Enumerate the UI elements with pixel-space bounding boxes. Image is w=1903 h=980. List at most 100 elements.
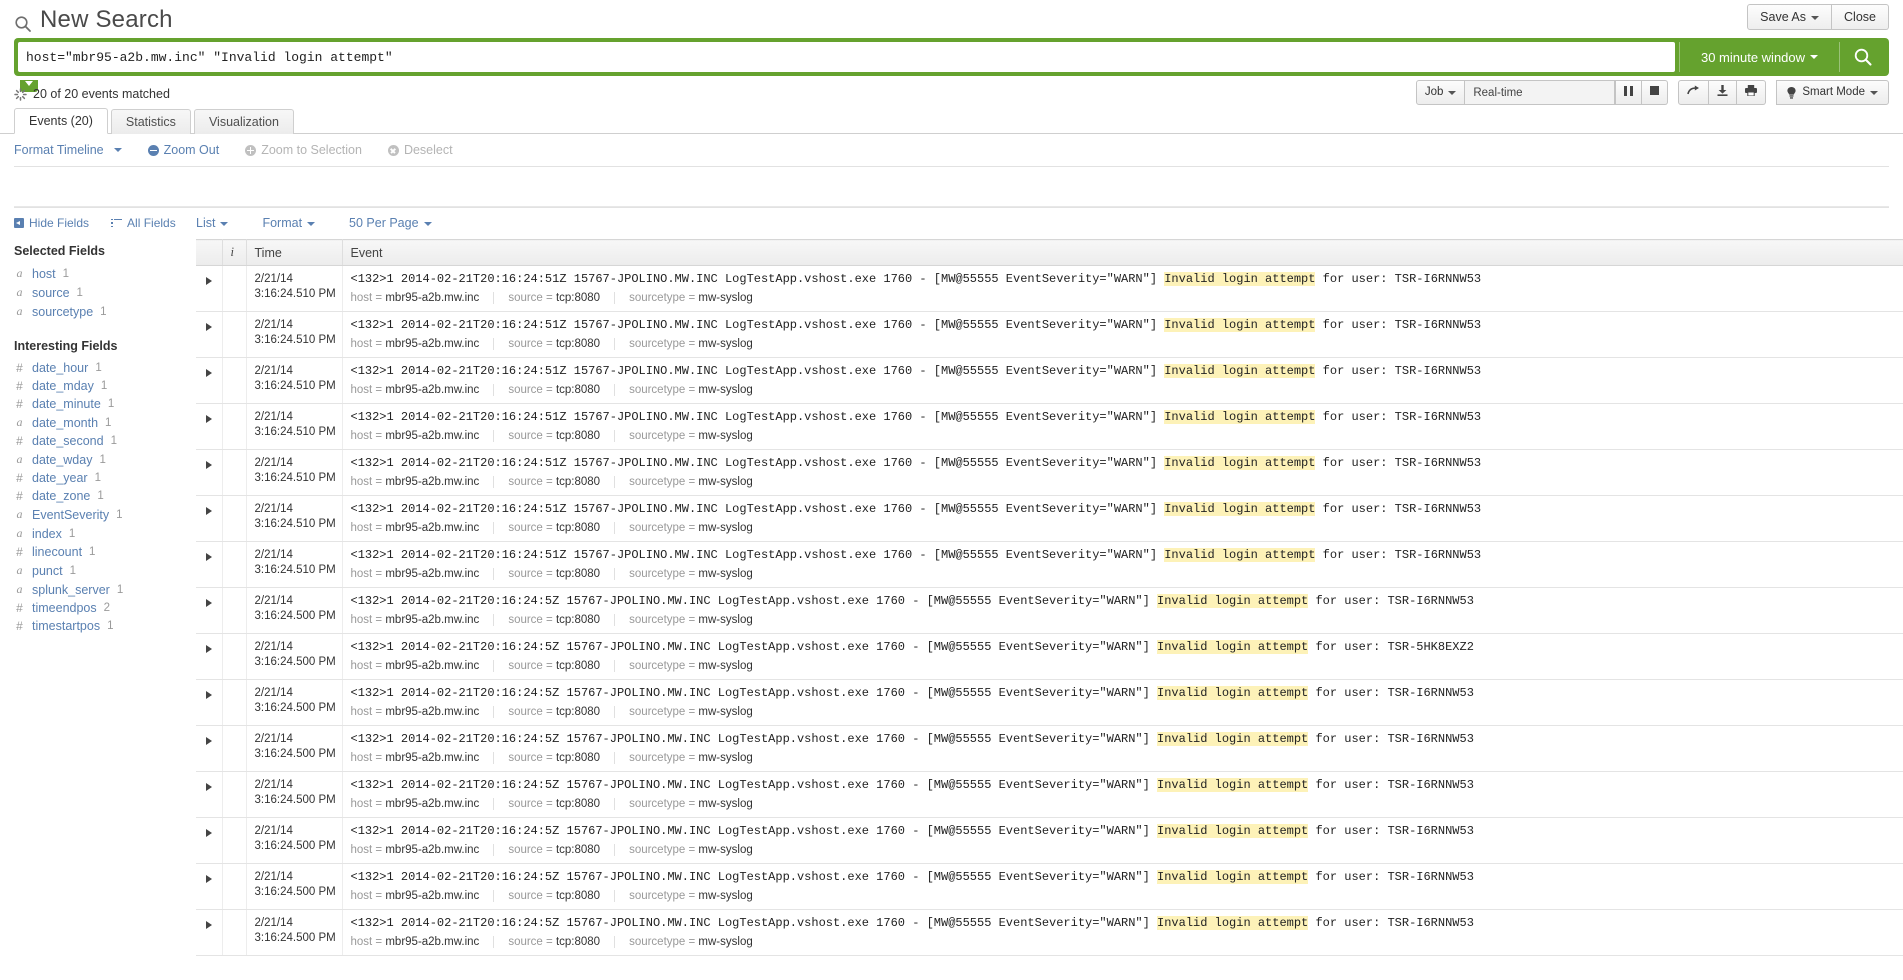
field-item-date_second[interactable]: # date_second 1 xyxy=(14,432,196,450)
expand-cell[interactable] xyxy=(196,771,223,818)
chevron-right-icon[interactable] xyxy=(205,737,212,745)
zoom-to-selection-button[interactable]: Zoom to Selection xyxy=(245,143,362,157)
close-button[interactable]: Close xyxy=(1832,4,1889,30)
table-row[interactable]: 2/21/14 3:16:24.500 PM <132>1 2014-02-21T2… xyxy=(196,725,1903,772)
event-meta-sourcetype[interactable]: sourcetype = mw-syslog xyxy=(629,706,767,718)
table-row[interactable]: 2/21/14 3:16:24.510 PM <132>1 2014-02-21T2… xyxy=(196,495,1903,542)
expand-cell[interactable] xyxy=(196,587,223,634)
expand-cell[interactable] xyxy=(196,403,223,450)
view-mode-button[interactable]: List xyxy=(196,216,229,230)
field-item-host[interactable]: a host 1 xyxy=(14,264,196,283)
table-row[interactable]: 2/21/14 3:16:24.500 PM <132>1 2014-02-21T2… xyxy=(196,863,1903,910)
chevron-right-icon[interactable] xyxy=(205,461,212,469)
event-meta-source[interactable]: source = tcp:8080 xyxy=(508,660,616,672)
event-meta-source[interactable]: source = tcp:8080 xyxy=(508,844,616,856)
format-timeline-button[interactable]: Format Timeline xyxy=(14,143,122,157)
event-meta-host[interactable]: host = mbr95-a2b.mw.inc xyxy=(351,890,495,902)
event-meta-sourcetype[interactable]: sourcetype = mw-syslog xyxy=(629,476,767,488)
time-range-picker[interactable]: 30 minute window xyxy=(1679,42,1839,72)
table-row[interactable]: 2/21/14 3:16:24.500 PM <132>1 2014-02-21T2… xyxy=(196,679,1903,726)
table-row[interactable]: 2/21/14 3:16:24.510 PM <132>1 2014-02-21T2… xyxy=(196,403,1903,450)
expand-cell[interactable] xyxy=(196,541,223,588)
event-meta-host[interactable]: host = mbr95-a2b.mw.inc xyxy=(351,706,495,718)
chevron-right-icon[interactable] xyxy=(205,921,212,929)
per-page-button[interactable]: 50 Per Page xyxy=(349,216,432,230)
field-item-timeendpos[interactable]: # timeendpos 2 xyxy=(14,599,196,617)
event-meta-sourcetype[interactable]: sourcetype = mw-syslog xyxy=(629,430,767,442)
all-fields-button[interactable]: All Fields xyxy=(111,216,176,230)
event-meta-host[interactable]: host = mbr95-a2b.mw.inc xyxy=(351,844,495,856)
chevron-right-icon[interactable] xyxy=(205,507,212,515)
field-item-linecount[interactable]: # linecount 1 xyxy=(14,543,196,561)
event-meta-source[interactable]: source = tcp:8080 xyxy=(508,384,616,396)
event-meta-host[interactable]: host = mbr95-a2b.mw.inc xyxy=(351,660,495,672)
field-item-EventSeverity[interactable]: a EventSeverity 1 xyxy=(14,505,196,524)
expand-cell[interactable] xyxy=(196,311,223,358)
table-row[interactable]: 2/21/14 3:16:24.510 PM <132>1 2014-02-21T2… xyxy=(196,449,1903,496)
format-results-button[interactable]: Format xyxy=(262,216,316,230)
event-meta-sourcetype[interactable]: sourcetype = mw-syslog xyxy=(629,292,767,304)
table-row[interactable]: 2/21/14 3:16:24.500 PM <132>1 2014-02-21T2… xyxy=(196,587,1903,634)
save-as-button[interactable]: Save As xyxy=(1747,4,1833,30)
expand-cell[interactable] xyxy=(196,495,223,542)
event-meta-host[interactable]: host = mbr95-a2b.mw.inc xyxy=(351,522,495,534)
event-meta-host[interactable]: host = mbr95-a2b.mw.inc xyxy=(351,752,495,764)
tab-events[interactable]: Events (20) xyxy=(14,108,108,134)
chevron-right-icon[interactable] xyxy=(205,369,212,377)
table-row[interactable]: 2/21/14 3:16:24.510 PM <132>1 2014-02-21T2… xyxy=(196,541,1903,588)
chevron-right-icon[interactable] xyxy=(205,415,212,423)
hide-fields-button[interactable]: Hide Fields xyxy=(14,216,89,230)
field-item-index[interactable]: a index 1 xyxy=(14,524,196,543)
event-meta-source[interactable]: source = tcp:8080 xyxy=(508,568,616,580)
field-item-sourcetype[interactable]: a sourcetype 1 xyxy=(14,302,196,321)
chevron-right-icon[interactable] xyxy=(205,599,212,607)
expand-cell[interactable] xyxy=(196,357,223,404)
print-button[interactable] xyxy=(1737,80,1767,105)
event-meta-sourcetype[interactable]: sourcetype = mw-syslog xyxy=(629,798,767,810)
event-meta-source[interactable]: source = tcp:8080 xyxy=(508,706,616,718)
event-meta-sourcetype[interactable]: sourcetype = mw-syslog xyxy=(629,936,767,948)
event-meta-source[interactable]: source = tcp:8080 xyxy=(508,752,616,764)
expand-cell[interactable] xyxy=(196,679,223,726)
field-item-punct[interactable]: a punct 1 xyxy=(14,561,196,580)
share-button[interactable] xyxy=(1678,80,1710,105)
event-meta-host[interactable]: host = mbr95-a2b.mw.inc xyxy=(351,384,495,396)
job-menu-button[interactable]: Job xyxy=(1415,80,1466,105)
timeline-chart[interactable] xyxy=(14,166,1889,208)
table-row[interactable]: 2/21/14 3:16:24.500 PM <132>1 2014-02-21T2… xyxy=(196,817,1903,864)
pause-button[interactable] xyxy=(1615,80,1643,105)
chevron-right-icon[interactable] xyxy=(205,829,212,837)
export-button[interactable] xyxy=(1709,80,1738,105)
expand-cell[interactable] xyxy=(196,633,223,680)
event-meta-source[interactable]: source = tcp:8080 xyxy=(508,936,616,948)
event-meta-sourcetype[interactable]: sourcetype = mw-syslog xyxy=(629,660,767,672)
table-row[interactable]: 2/21/14 3:16:24.500 PM <132>1 2014-02-21T2… xyxy=(196,633,1903,680)
table-row[interactable]: 2/21/14 3:16:24.510 PM <132>1 2014-02-21T2… xyxy=(196,265,1903,312)
field-item-date_zone[interactable]: # date_zone 1 xyxy=(14,487,196,505)
event-meta-sourcetype[interactable]: sourcetype = mw-syslog xyxy=(629,338,767,350)
event-meta-source[interactable]: source = tcp:8080 xyxy=(508,430,616,442)
chevron-right-icon[interactable] xyxy=(205,645,212,653)
event-meta-host[interactable]: host = mbr95-a2b.mw.inc xyxy=(351,430,495,442)
smart-mode-button[interactable]: Smart Mode xyxy=(1776,80,1889,105)
expand-cell[interactable] xyxy=(196,725,223,772)
table-row[interactable]: 2/21/14 3:16:24.500 PM <132>1 2014-02-21T2… xyxy=(196,909,1903,956)
event-meta-host[interactable]: host = mbr95-a2b.mw.inc xyxy=(351,936,495,948)
event-meta-source[interactable]: source = tcp:8080 xyxy=(508,338,616,350)
event-meta-sourcetype[interactable]: sourcetype = mw-syslog xyxy=(629,568,767,580)
event-meta-host[interactable]: host = mbr95-a2b.mw.inc xyxy=(351,292,495,304)
expand-cell[interactable] xyxy=(196,449,223,496)
chevron-right-icon[interactable] xyxy=(205,277,212,285)
field-item-date_month[interactable]: a date_month 1 xyxy=(14,413,196,432)
event-meta-source[interactable]: source = tcp:8080 xyxy=(508,292,616,304)
chevron-right-icon[interactable] xyxy=(205,691,212,699)
event-meta-sourcetype[interactable]: sourcetype = mw-syslog xyxy=(629,844,767,856)
column-event[interactable]: Event xyxy=(342,239,1903,266)
event-meta-sourcetype[interactable]: sourcetype = mw-syslog xyxy=(629,890,767,902)
field-item-date_hour[interactable]: # date_hour 1 xyxy=(14,359,196,377)
expand-cell[interactable] xyxy=(196,909,223,956)
expand-cell[interactable] xyxy=(196,265,223,312)
event-meta-host[interactable]: host = mbr95-a2b.mw.inc xyxy=(351,338,495,350)
event-meta-sourcetype[interactable]: sourcetype = mw-syslog xyxy=(629,614,767,626)
field-item-date_minute[interactable]: # date_minute 1 xyxy=(14,395,196,413)
